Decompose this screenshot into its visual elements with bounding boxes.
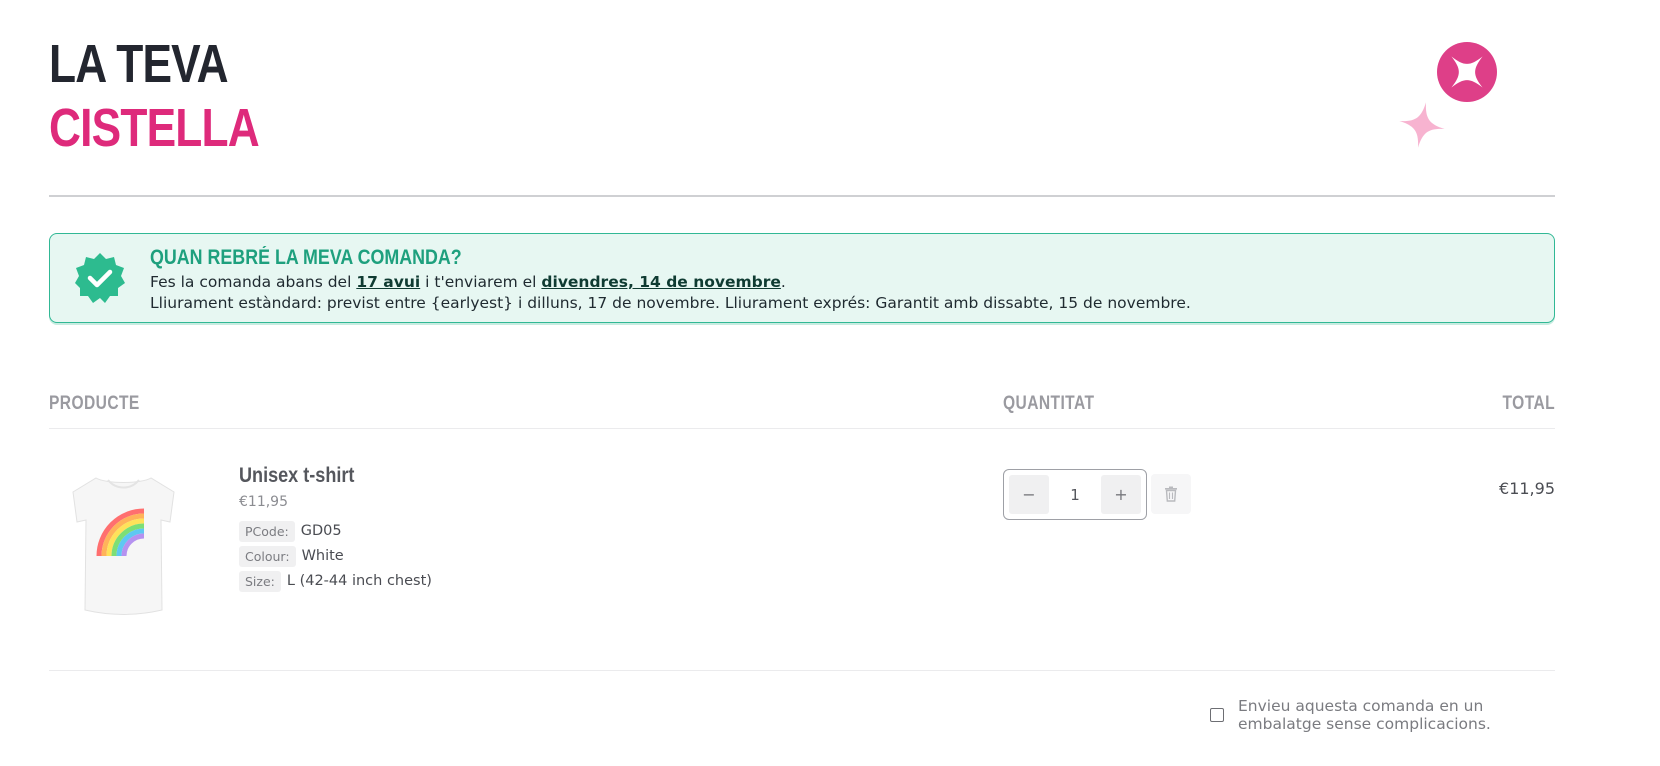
attribute-value: GD05: [300, 523, 342, 539]
sparkles-decoration-icon: [1399, 42, 1497, 148]
product-name[interactable]: Unisex t-shirt: [239, 464, 354, 488]
product-attribute: Colour: White: [239, 545, 344, 567]
attribute-key: Size:: [239, 570, 281, 592]
delivery-ship-date: divendres, 14 de novembre: [541, 273, 781, 291]
page-title-line2: CISTELLA: [49, 98, 260, 158]
delivery-cutoff-text: Fes la comanda abans del 17 avui i t'env…: [150, 273, 786, 291]
page-title: LA TEVA CISTELLA: [49, 32, 305, 160]
table-footer-divider: [49, 670, 1555, 671]
delivery-text-mid: i t'enviarem el: [420, 273, 542, 291]
product-attribute: PCode: GD05: [239, 520, 342, 542]
header-divider: [49, 195, 1555, 197]
attribute-key: Colour:: [239, 545, 296, 567]
delivery-estimate-text: Lliurament estàndard: previst entre {ear…: [150, 294, 1191, 312]
product-image[interactable]: [66, 470, 181, 620]
delivery-heading: QUAN REBRÉ LA MEVA COMANDA?: [150, 246, 462, 269]
eco-packaging-checkbox[interactable]: [1210, 708, 1224, 722]
column-header-quantity: QUANTITAT: [1003, 393, 1095, 414]
column-header-product: PRODUCTE: [49, 393, 140, 414]
attribute-value: L (42-44 inch chest): [286, 573, 432, 589]
decrease-quantity-button[interactable]: −: [1009, 475, 1049, 514]
delivery-text-post: .: [780, 273, 786, 291]
delivery-cutoff-time: 17 avui: [356, 273, 421, 291]
page-title-line1: LA TEVA: [49, 34, 229, 94]
product-unit-price: €11,95: [239, 494, 288, 510]
table-header-divider: [49, 428, 1555, 429]
trash-icon: [1165, 486, 1177, 502]
increase-quantity-button[interactable]: +: [1101, 475, 1141, 514]
cart-page: LA TEVA CISTELLA QUAN REBRÉ LA MEVA COMA…: [0, 0, 1660, 766]
verified-check-badge-icon: [75, 253, 125, 303]
attribute-value: White: [301, 548, 344, 564]
column-header-total: TOTAL: [1502, 393, 1555, 414]
product-attribute: Size: L (42-44 inch chest): [239, 570, 432, 592]
delivery-info-banner: QUAN REBRÉ LA MEVA COMANDA? Fes la coman…: [49, 233, 1555, 323]
attribute-key: PCode:: [239, 520, 295, 542]
remove-item-button[interactable]: [1151, 474, 1191, 514]
line-total: €11,95: [1499, 479, 1555, 498]
delivery-text-pre: Fes la comanda abans del: [150, 273, 357, 291]
eco-packaging-label[interactable]: Envieu aquesta comanda en un embalatge s…: [1238, 697, 1518, 733]
quantity-stepper: − +: [1003, 469, 1147, 520]
quantity-input[interactable]: [1052, 478, 1098, 512]
